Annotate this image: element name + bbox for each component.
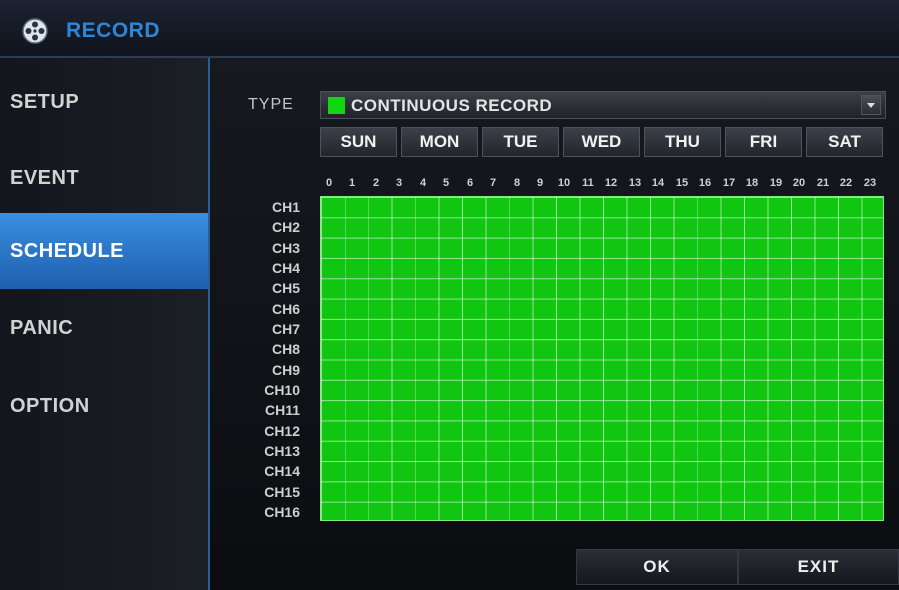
sidebar-item-schedule[interactable]: SCHEDULE — [0, 213, 208, 289]
sidebar-item-setup[interactable]: SETUP — [0, 64, 208, 140]
type-label: TYPE — [248, 96, 294, 113]
hour-label: 6 — [466, 177, 474, 189]
sidebar-item-panic[interactable]: PANIC — [0, 290, 208, 366]
channel-label: CH16 — [264, 504, 300, 520]
hour-label: 21 — [816, 177, 830, 189]
hour-label: 17 — [722, 177, 736, 189]
tab-thu[interactable]: THU — [644, 127, 721, 157]
channel-label: CH1 — [271, 199, 300, 215]
channel-label: CH9 — [271, 362, 300, 378]
window-title: RECORD — [66, 19, 161, 42]
tab-fri[interactable]: FRI — [725, 127, 802, 157]
channel-label: CH7 — [271, 321, 300, 337]
hour-label: 23 — [863, 177, 877, 189]
hour-label: 22 — [839, 177, 853, 189]
film-reel-icon — [22, 18, 48, 44]
hour-label: 5 — [442, 177, 450, 189]
tab-mon[interactable]: MON — [401, 127, 478, 157]
hour-label: 10 — [557, 177, 571, 189]
hour-label: 19 — [769, 177, 783, 189]
hour-label: 9 — [536, 177, 544, 189]
channel-label: CH4 — [271, 260, 300, 276]
ok-button[interactable]: OK — [576, 549, 738, 585]
channel-label: CH2 — [271, 219, 300, 235]
channel-label: CH13 — [264, 443, 300, 459]
tab-sun[interactable]: SUN — [320, 127, 397, 157]
channel-label: CH6 — [271, 301, 300, 317]
day-tabs: SUN MON TUE WED THU FRI SAT — [320, 127, 886, 157]
hour-label: 2 — [372, 177, 380, 189]
channel-label: CH15 — [264, 484, 300, 500]
schedule-grid[interactable] — [320, 196, 884, 521]
hour-label: 7 — [489, 177, 497, 189]
channel-label: CH5 — [271, 280, 300, 296]
hour-label: 1 — [348, 177, 356, 189]
hour-label: 8 — [513, 177, 521, 189]
hour-label: 14 — [651, 177, 665, 189]
hour-label: 13 — [628, 177, 642, 189]
hour-label: 4 — [419, 177, 427, 189]
record-type-dropdown[interactable]: CONTINUOUS RECORD — [320, 91, 886, 119]
hour-axis: 0 1 2 3 4 5 6 7 8 9 10 11 12 13 14 15 16… — [320, 177, 886, 193]
hour-label: 16 — [698, 177, 712, 189]
record-type-value: CONTINUOUS RECORD — [351, 96, 553, 115]
channel-label: CH8 — [271, 341, 300, 357]
tab-wed[interactable]: WED — [563, 127, 640, 157]
hour-label: 0 — [325, 177, 333, 189]
channel-label: CH10 — [264, 382, 300, 398]
tab-tue[interactable]: TUE — [482, 127, 559, 157]
hour-label: 20 — [792, 177, 806, 189]
hour-label: 18 — [745, 177, 759, 189]
record-type-color-swatch — [328, 97, 345, 114]
tab-sat[interactable]: SAT — [806, 127, 883, 157]
channel-label: CH12 — [264, 423, 300, 439]
sidebar: SETUP EVENT SCHEDULE PANIC OPTION — [0, 58, 210, 590]
sidebar-item-event[interactable]: EVENT — [0, 140, 208, 216]
sidebar-item-option[interactable]: OPTION — [0, 368, 208, 444]
hour-label: 3 — [395, 177, 403, 189]
chevron-down-icon[interactable] — [861, 95, 881, 115]
hour-label: 11 — [582, 177, 594, 189]
hour-label: 12 — [604, 177, 618, 189]
channel-label: CH14 — [264, 463, 300, 479]
title-bar: RECORD — [0, 0, 899, 58]
channel-label: CH11 — [264, 402, 300, 418]
channel-label: CH3 — [271, 240, 300, 256]
exit-button[interactable]: EXIT — [738, 549, 899, 585]
hour-label: 15 — [675, 177, 689, 189]
